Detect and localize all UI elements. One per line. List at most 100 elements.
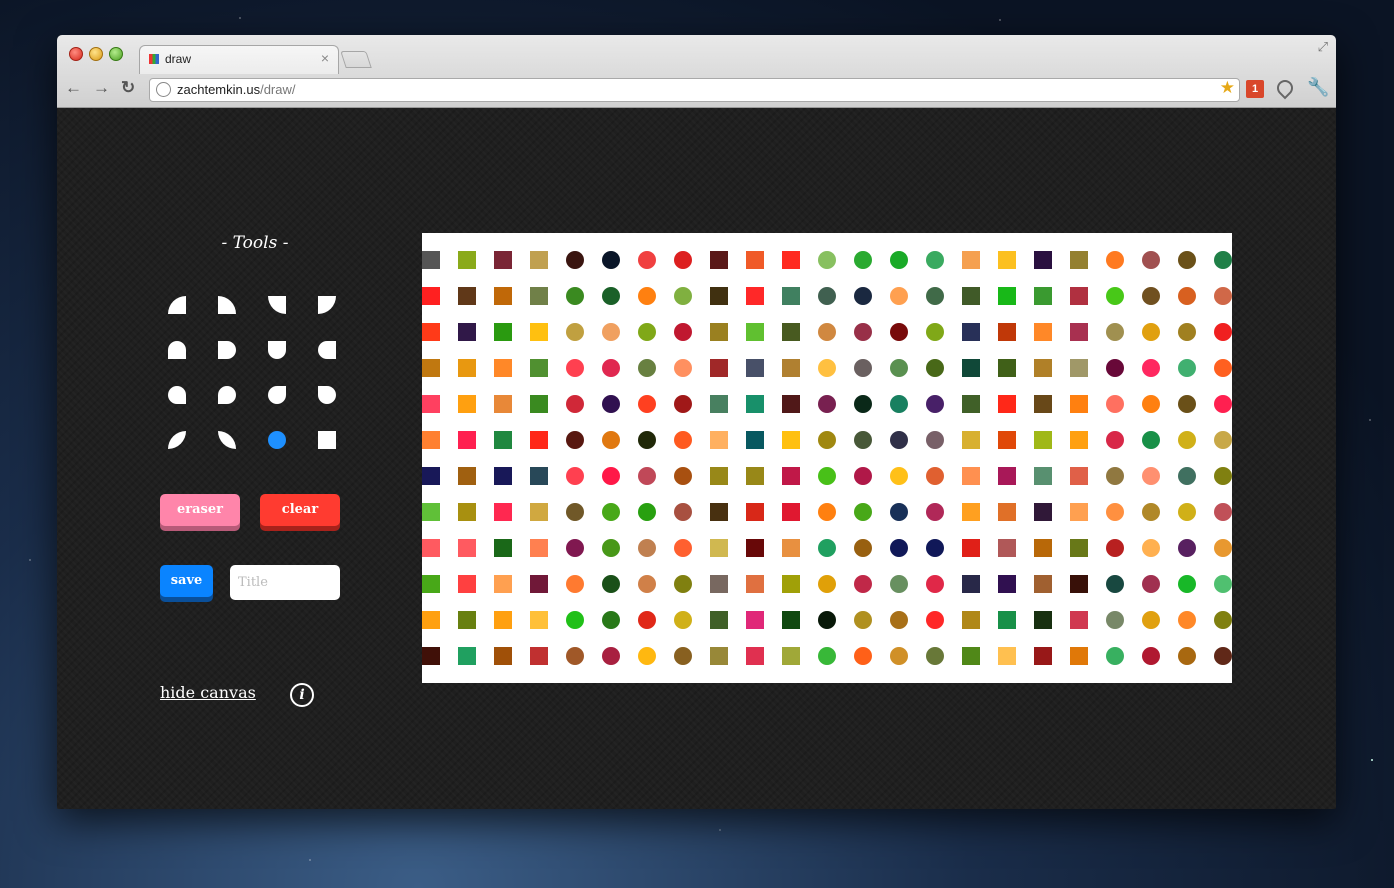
canvas-mark	[458, 611, 476, 629]
zoom-window-button[interactable]	[109, 47, 123, 61]
wrench-icon[interactable]: 🔧	[1307, 77, 1329, 98]
canvas-mark	[890, 611, 908, 629]
canvas-mark	[530, 359, 548, 377]
canvas-mark	[458, 575, 476, 593]
tab-draw[interactable]: draw ×	[139, 45, 339, 74]
canvas-mark	[1106, 287, 1124, 305]
shape-tool-quarter-top-left[interactable]	[168, 296, 186, 314]
canvas-mark	[638, 575, 656, 593]
canvas-mark	[1178, 575, 1196, 593]
canvas-mark	[782, 611, 800, 629]
canvas-mark	[638, 503, 656, 521]
address-bar[interactable]: zachtemkin.us/draw/ ★	[149, 78, 1240, 102]
canvas-mark	[1142, 647, 1160, 665]
extension-badge[interactable]: 1	[1246, 80, 1264, 98]
extension-drop-icon[interactable]	[1273, 76, 1297, 100]
shape-tool-leaf-a[interactable]	[168, 431, 186, 449]
shape-tool-blob-d[interactable]	[318, 386, 336, 404]
reload-button[interactable]: ↻	[121, 78, 135, 98]
canvas-mark	[1142, 395, 1160, 413]
hide-canvas-link[interactable]: hide canvas	[160, 683, 256, 702]
canvas-mark	[530, 323, 548, 341]
canvas-mark	[530, 575, 548, 593]
url-text: zachtemkin.us/draw/	[177, 82, 296, 97]
canvas-mark	[674, 467, 692, 485]
canvas-mark	[746, 431, 764, 449]
shape-tool-blob-b[interactable]	[218, 386, 236, 404]
tab-close-icon[interactable]: ×	[321, 50, 329, 66]
canvas-mark	[1034, 287, 1052, 305]
canvas-mark	[422, 395, 440, 413]
canvas-mark	[566, 575, 584, 593]
canvas-mark	[494, 647, 512, 665]
shape-tool-quarter-bottom-left[interactable]	[268, 296, 286, 314]
canvas-mark	[458, 467, 476, 485]
canvas-mark	[890, 323, 908, 341]
canvas-mark	[962, 359, 980, 377]
canvas-mark	[782, 539, 800, 557]
browser-chrome: draw × ⤢ ← → ↻ zachtemkin.us/draw/ ★ 1 🔧	[57, 35, 1336, 108]
shape-tool-leaf-b[interactable]	[218, 431, 236, 449]
forward-button[interactable]: →	[93, 78, 110, 98]
canvas-mark	[1070, 647, 1088, 665]
canvas-mark	[746, 359, 764, 377]
eraser-button[interactable]: eraser	[160, 494, 240, 526]
canvas-mark	[566, 359, 584, 377]
shape-tool-dome-right[interactable]	[218, 341, 236, 359]
bookmark-star-icon[interactable]: ★	[1220, 78, 1235, 98]
info-icon[interactable]: i	[290, 683, 314, 707]
canvas-mark	[962, 251, 980, 269]
canvas-mark	[962, 395, 980, 413]
shape-tool-blob-c[interactable]	[268, 386, 286, 404]
fullscreen-icon[interactable]: ⤢	[1318, 39, 1328, 55]
title-input[interactable]	[230, 565, 340, 600]
shape-tool-quarter-top-right[interactable]	[218, 296, 236, 314]
shape-tool-quarter-bottom-right[interactable]	[318, 296, 336, 314]
canvas-mark	[962, 503, 980, 521]
shape-tool-dome-top[interactable]	[168, 341, 186, 359]
canvas-mark	[422, 539, 440, 557]
back-button[interactable]: ←	[65, 78, 82, 98]
canvas-mark	[710, 359, 728, 377]
canvas-mark	[854, 287, 872, 305]
canvas-mark	[1214, 467, 1232, 485]
canvas-mark	[566, 503, 584, 521]
canvas-mark	[998, 431, 1016, 449]
shape-tool-square[interactable]	[318, 431, 336, 449]
canvas-mark	[1106, 431, 1124, 449]
new-tab-button[interactable]	[340, 51, 372, 68]
canvas-mark	[998, 647, 1016, 665]
clear-button[interactable]: clear	[260, 494, 340, 526]
canvas-mark	[1034, 251, 1052, 269]
canvas-mark	[962, 323, 980, 341]
shape-tool-dome-bottom[interactable]	[268, 341, 286, 359]
canvas-mark	[638, 323, 656, 341]
canvas-mark	[890, 359, 908, 377]
canvas-mark	[674, 431, 692, 449]
minimize-window-button[interactable]	[89, 47, 103, 61]
canvas-mark	[494, 395, 512, 413]
canvas-mark	[1106, 323, 1124, 341]
canvas-mark	[746, 323, 764, 341]
canvas-mark	[782, 359, 800, 377]
shape-tool-circle[interactable]	[268, 431, 286, 449]
canvas-mark	[818, 431, 836, 449]
canvas-mark	[494, 323, 512, 341]
shape-tool-dome-left[interactable]	[318, 341, 336, 359]
canvas-mark	[638, 395, 656, 413]
canvas-mark	[422, 251, 440, 269]
close-window-button[interactable]	[69, 47, 83, 61]
canvas-mark	[746, 647, 764, 665]
canvas-mark	[530, 395, 548, 413]
canvas-mark	[1178, 251, 1196, 269]
canvas-mark	[998, 395, 1016, 413]
canvas-mark	[1034, 575, 1052, 593]
shape-tool-blob-a[interactable]	[168, 386, 186, 404]
canvas-mark	[1070, 323, 1088, 341]
canvas-mark	[926, 251, 944, 269]
save-button[interactable]: save	[160, 565, 213, 597]
canvas-mark	[494, 611, 512, 629]
canvas-mark	[674, 323, 692, 341]
canvas-mark	[530, 467, 548, 485]
drawing-canvas[interactable]	[422, 233, 1232, 683]
